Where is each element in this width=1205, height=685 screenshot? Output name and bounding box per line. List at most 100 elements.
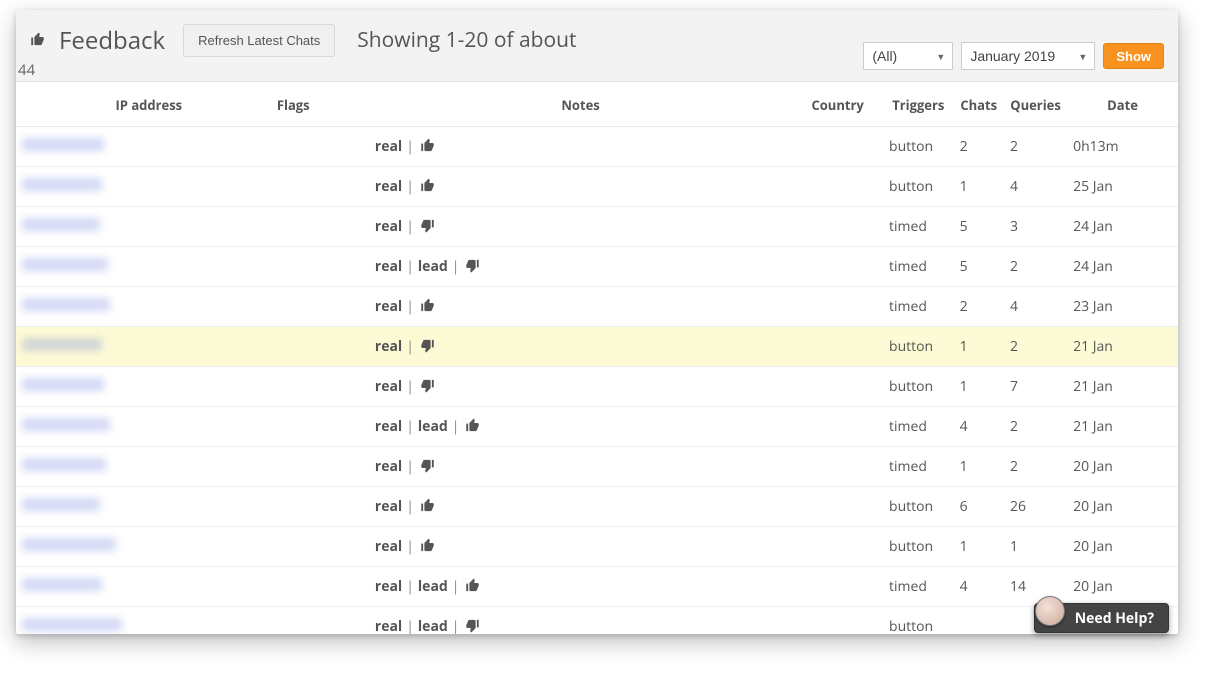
- month-select[interactable]: January 2019: [961, 42, 1095, 70]
- queries-cell: 7: [1004, 367, 1067, 407]
- trigger-cell: timed: [883, 567, 954, 607]
- date-cell: 20 Jan: [1067, 447, 1178, 487]
- chats-cell: 1: [954, 447, 1004, 487]
- show-button[interactable]: Show: [1103, 43, 1164, 69]
- ip-blurred[interactable]: [22, 178, 102, 191]
- help-label: Need Help?: [1075, 609, 1154, 628]
- notes-cell: real|: [369, 447, 792, 487]
- notes-cell: real|lead|: [369, 247, 792, 287]
- trigger-cell: timed: [883, 447, 954, 487]
- thumbs-up-icon: [420, 137, 435, 156]
- chats-cell: 1: [954, 527, 1004, 567]
- thumbs-down-icon: [420, 457, 435, 476]
- country-cell: [792, 527, 883, 567]
- notes-cell: real|lead|: [369, 407, 792, 447]
- notes-cell: real|: [369, 367, 792, 407]
- trigger-cell: button: [883, 327, 954, 367]
- table-row[interactable]: real| button1721 Jan: [16, 367, 1178, 407]
- col-flags[interactable]: Flags: [218, 82, 369, 127]
- help-avatar-icon: [1035, 596, 1065, 626]
- ip-blurred[interactable]: [22, 298, 110, 311]
- trigger-cell: timed: [883, 207, 954, 247]
- col-notes[interactable]: Notes: [369, 82, 792, 127]
- date-cell: 20 Jan: [1067, 487, 1178, 527]
- notes-cell: real|: [369, 287, 792, 327]
- queries-cell: 2: [1004, 247, 1067, 287]
- table-row[interactable]: real|button62620 Jan: [16, 487, 1178, 527]
- queries-cell: 2: [1004, 127, 1067, 167]
- col-queries[interactable]: Queries: [1004, 82, 1067, 127]
- ip-blurred[interactable]: [22, 258, 108, 271]
- thumbs-up-icon: [465, 577, 480, 596]
- notes-cell: real|: [369, 487, 792, 527]
- country-cell: [792, 127, 883, 167]
- help-widget[interactable]: Need Help?: [1034, 603, 1169, 633]
- table-row[interactable]: real|lead|timed4221 Jan: [16, 407, 1178, 447]
- table-row[interactable]: real|lead|timed5224 Jan: [16, 247, 1178, 287]
- thumbs-down-icon: [465, 617, 480, 634]
- flags-cell: [218, 127, 369, 167]
- ip-blurred[interactable]: [22, 498, 100, 511]
- panel-header: Feedback Refresh Latest Chats Showing 1-…: [16, 10, 1178, 82]
- chats-cell: 6: [954, 487, 1004, 527]
- filter-select[interactable]: (All): [863, 42, 953, 70]
- trigger-cell: timed: [883, 407, 954, 447]
- country-cell: [792, 287, 883, 327]
- chats-cell: 4: [954, 407, 1004, 447]
- col-ip[interactable]: IP address: [16, 82, 218, 127]
- flags-cell: [218, 567, 369, 607]
- page-title: Feedback: [59, 24, 165, 57]
- thumbs-up-icon: [420, 497, 435, 516]
- chats-cell: [954, 607, 1004, 635]
- ip-blurred[interactable]: [22, 418, 110, 431]
- ip-blurred[interactable]: [22, 218, 100, 231]
- thumbs-down-icon: [420, 217, 435, 236]
- thumbs-up-icon: [420, 537, 435, 556]
- table-row[interactable]: real|button1425 Jan: [16, 167, 1178, 207]
- ip-blurred[interactable]: [22, 618, 122, 631]
- country-cell: [792, 367, 883, 407]
- ip-blurred[interactable]: [22, 378, 104, 391]
- date-cell: 0h13m: [1067, 127, 1178, 167]
- ip-blurred[interactable]: [22, 538, 116, 551]
- table-row[interactable]: real|lead|button: [16, 607, 1178, 635]
- queries-cell: 1: [1004, 527, 1067, 567]
- col-country[interactable]: Country: [792, 82, 883, 127]
- trigger-cell: button: [883, 487, 954, 527]
- table-row[interactable]: real|timed5324 Jan: [16, 207, 1178, 247]
- country-cell: [792, 567, 883, 607]
- table-row[interactable]: real|button1120 Jan: [16, 527, 1178, 567]
- col-chats[interactable]: Chats: [954, 82, 1004, 127]
- chats-cell: 1: [954, 367, 1004, 407]
- thumbs-up-icon: [30, 28, 45, 50]
- date-cell: 24 Jan: [1067, 247, 1178, 287]
- thumbs-down-icon: [465, 257, 480, 276]
- col-triggers[interactable]: Triggers: [883, 82, 954, 127]
- chats-cell: 2: [954, 127, 1004, 167]
- flags-cell: [218, 287, 369, 327]
- table-row[interactable]: real|timed2423 Jan: [16, 287, 1178, 327]
- trigger-cell: button: [883, 167, 954, 207]
- trigger-cell: button: [883, 527, 954, 567]
- date-cell: 21 Jan: [1067, 407, 1178, 447]
- queries-cell: 4: [1004, 167, 1067, 207]
- refresh-button[interactable]: Refresh Latest Chats: [183, 24, 335, 57]
- date-cell: 21 Jan: [1067, 327, 1178, 367]
- ip-blurred[interactable]: [22, 458, 106, 471]
- flags-cell: [218, 247, 369, 287]
- trigger-cell: button: [883, 367, 954, 407]
- date-cell: 21 Jan: [1067, 367, 1178, 407]
- feedback-table: IP address Flags Notes Country Triggers …: [16, 82, 1178, 634]
- table-row[interactable]: real|button1221 Jan: [16, 327, 1178, 367]
- trigger-cell: button: [883, 607, 954, 635]
- col-date[interactable]: Date: [1067, 82, 1178, 127]
- flags-cell: [218, 207, 369, 247]
- trigger-cell: timed: [883, 287, 954, 327]
- table-row[interactable]: real|button220h13m: [16, 127, 1178, 167]
- ip-blurred[interactable]: [22, 138, 104, 151]
- ip-blurred[interactable]: [22, 338, 102, 351]
- ip-blurred[interactable]: [22, 578, 102, 591]
- table-row[interactable]: real|timed1220 Jan: [16, 447, 1178, 487]
- chats-cell: 4: [954, 567, 1004, 607]
- table-row[interactable]: real|lead|timed41420 Jan: [16, 567, 1178, 607]
